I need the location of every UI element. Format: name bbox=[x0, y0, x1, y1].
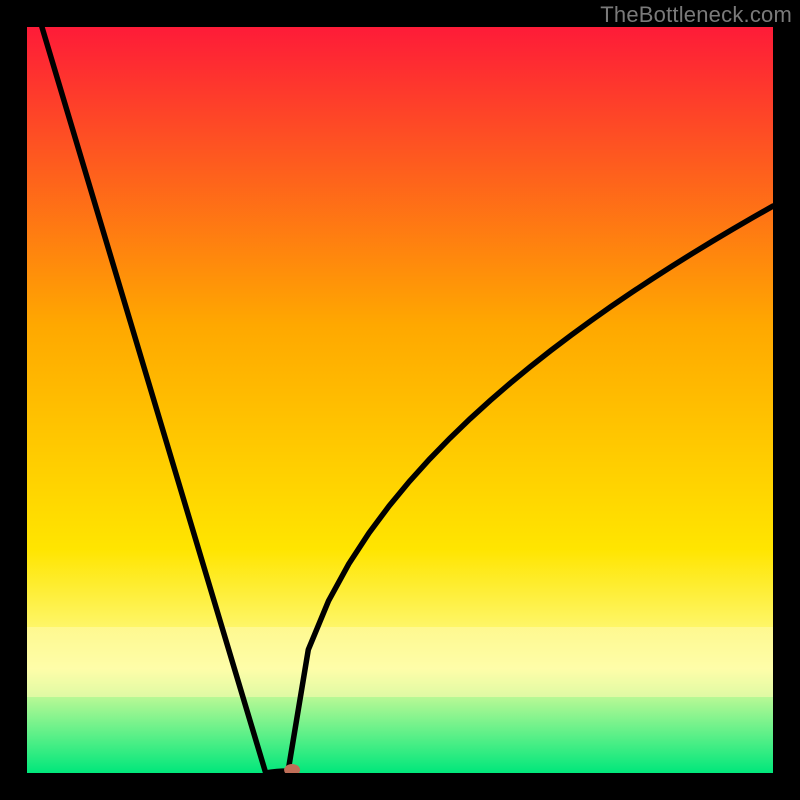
watermark-text: TheBottleneck.com bbox=[600, 2, 792, 28]
chart-svg bbox=[27, 27, 773, 773]
chart-plot-area bbox=[27, 27, 773, 773]
outer-frame: TheBottleneck.com bbox=[0, 0, 800, 800]
light-band bbox=[27, 627, 773, 697]
